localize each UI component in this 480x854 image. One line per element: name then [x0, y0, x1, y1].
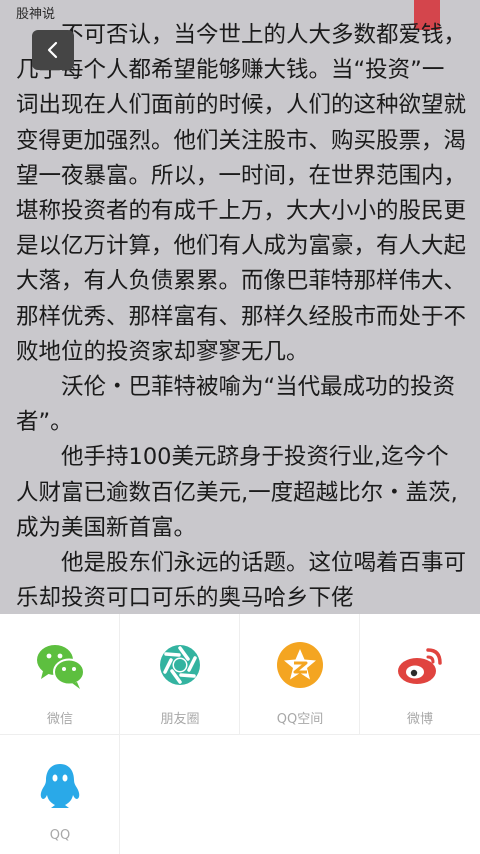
chevron-left-icon	[47, 41, 58, 59]
weibo-icon	[398, 648, 442, 684]
chapter-text: 不可否认，当今世上的人大多数都爱钱，几乎每个人都希望能够赚大钱。当“投资”一词出…	[16, 18, 466, 614]
paragraph: 不可否认，当今世上的人大多数都爱钱，几乎每个人都希望能够赚大钱。当“投资”一词出…	[16, 22, 467, 365]
paragraph: 他手持100美元跻身于投资行业,迄今个人财富已逾数百亿美元,一度超越比尔・盖茨,…	[16, 444, 458, 541]
moments-icon	[160, 645, 200, 685]
share-qq-button[interactable]: QQ	[0, 734, 120, 854]
share-label: 微信	[46, 712, 73, 727]
share-label: 朋友圈	[160, 712, 200, 727]
reader-page[interactable]: 股神说 不可否认，当今世上的人大多数都爱钱，几乎每个人都希望能够赚大钱。当“投资…	[0, 0, 480, 614]
paragraph: 沃伦・巴菲特被喻为“当代最成功的投资者”。	[16, 374, 456, 436]
share-qzone-button[interactable]: QQ空间	[240, 614, 360, 734]
share-label: 微博	[406, 712, 433, 727]
qq-icon	[40, 764, 80, 808]
back-button[interactable]	[32, 30, 74, 70]
share-wechat-button[interactable]: 微信	[0, 614, 120, 734]
share-weibo-button[interactable]: 微博	[360, 614, 480, 734]
share-label: QQ空间	[276, 712, 324, 727]
share-label: QQ	[49, 828, 71, 843]
paragraph: 他是股东们永远的话题。这位喝着百事可乐却投资可口可乐的奥马哈乡下佬	[16, 550, 467, 612]
qzone-icon	[277, 642, 323, 688]
share-panel: 微信 朋友圈 QQ空间 微博 QQ	[0, 614, 480, 854]
share-moments-button[interactable]: 朋友圈	[120, 614, 240, 734]
wechat-icon	[37, 645, 85, 689]
